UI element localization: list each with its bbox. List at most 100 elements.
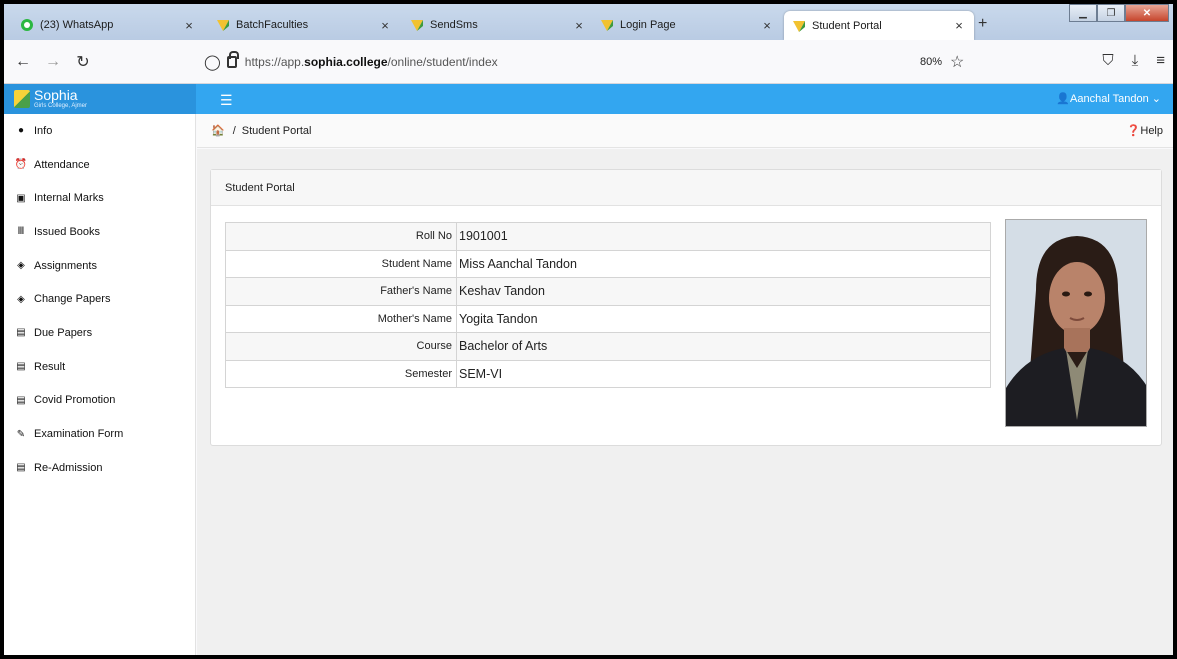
sidebar-item-label: Examination Form [34,428,124,441]
sidebar-item-result[interactable]: ▤ Result [4,350,195,384]
sidebar-item-re-admission[interactable]: ▤ Re-Admission [4,451,195,485]
tab-batchfaculties[interactable]: BatchFaculties × [208,10,400,40]
table-row: Roll No 1901001 [225,222,991,251]
chevron-down-icon: ⌄ [1151,93,1161,105]
sidebar-item-due-papers[interactable]: ▤ Due Papers [4,316,195,350]
sidebar-item-examination-form[interactable]: ✎ Examination Form [4,417,195,451]
college-logo-icon [14,90,30,108]
back-arrow-icon[interactable]: ← [12,53,34,71]
close-window-button[interactable]: ✕ [1125,4,1169,22]
close-tab-icon[interactable]: × [572,18,586,33]
address-bar[interactable]: ◯ https://app.sophia.college/online/stud… [200,47,970,77]
help-icon: ❓ [1126,125,1141,137]
pocket-icon[interactable]: ⛉ [1102,52,1113,69]
browser-window: (23) WhatsApp × BatchFaculties × SendSms… [4,4,1173,655]
tab-title: (23) WhatsApp [40,19,114,31]
table-row: Student Name Miss Aanchal Tandon [225,249,991,278]
url-path: /online/student/index [387,55,498,69]
row-value: SEM-VI [456,359,991,388]
alarm-clock-icon: ⏰ [14,159,28,171]
navigation-bar: ← → ↻ ◯ https://app.sophia.college/onlin… [4,40,1173,84]
row-label: Course [225,332,457,361]
sidebar-item-assignments[interactable]: ◈ Assignments [4,249,195,283]
marks-icon: ▣ [16,192,26,204]
college-logo-icon [411,20,423,31]
clipboard-icon: ▤ [16,394,26,406]
url-text[interactable]: https://app.sophia.college/online/studen… [245,55,498,69]
tab-title: SendSms [430,19,478,31]
sidebar-item-info[interactable]: ● Info [4,114,195,148]
row-value: Miss Aanchal Tandon [456,249,991,278]
whatsapp-icon [21,19,33,31]
table-row: Course Bachelor of Arts [225,332,991,361]
college-logo-icon [217,20,229,31]
user-name: Aanchal Tandon [1070,93,1149,105]
forward-arrow-icon[interactable]: → [42,53,64,71]
row-value: Yogita Tandon [456,304,991,333]
pencil-icon: ✎ [16,428,26,440]
main-content: Student Portal Roll No 1901001 Student Na… [197,149,1173,655]
tab-student-portal[interactable]: Student Portal × [784,11,974,40]
zoom-level[interactable]: 80% [920,56,942,68]
row-label: Father's Name [225,277,457,306]
tab-whatsapp[interactable]: (23) WhatsApp × [12,10,204,40]
sidebar-item-change-papers[interactable]: ◈ Change Papers [4,282,195,316]
sidebar: ● Info ⏰ Attendance ▣ Internal Marks Ⅲ Issue… [4,114,196,655]
table-row: Mother's Name Yogita Tandon [225,304,991,333]
college-logo-icon [601,20,613,31]
sidebar-item-attendance[interactable]: ⏰ Attendance [4,148,195,182]
row-value: Bachelor of Arts [456,332,991,361]
app-header: Sophia Girls College, Ajmer ☰ 👤Aanchal T… [4,84,1173,114]
window-controls: ▁ ❐ ✕ [1069,4,1169,22]
download-icon[interactable]: ⤓ [1132,52,1139,69]
hamburger-menu-icon[interactable]: ≡ [1156,52,1165,69]
student-portal-panel: Student Portal Roll No 1901001 Student Na… [210,169,1162,446]
layers-icon: ◈ [17,260,25,272]
url-domain: sophia.college [304,55,388,69]
clipboard-icon: ▤ [16,462,26,474]
tab-sendsms[interactable]: SendSms × [402,10,594,40]
brand-logo[interactable]: Sophia Girls College, Ajmer [4,84,196,114]
bookmark-star-icon[interactable]: ☆ [950,52,964,72]
sidebar-item-label: Issued Books [34,225,101,238]
breadcrumb: 🏠 / Student Portal ❓Help [197,114,1173,148]
info-circle-icon: ● [17,125,25,137]
sidebar-item-internal-marks[interactable]: ▣ Internal Marks [4,181,195,215]
row-label: Roll No [225,222,457,251]
url-prefix: https://app. [244,55,305,69]
sidebar-toggle-icon[interactable]: ☰ [220,92,233,109]
user-icon: 👤 [1056,93,1071,105]
tab-strip: (23) WhatsApp × BatchFaculties × SendSms… [4,4,1173,40]
new-tab-button[interactable]: + [978,15,987,33]
breadcrumb-separator: / [232,124,236,137]
sidebar-item-label: Due Papers [34,326,93,339]
reload-icon[interactable]: ↻ [72,52,94,72]
breadcrumb-current: Student Portal [241,124,312,137]
sidebar-item-covid-promotion[interactable]: ▤ Covid Promotion [4,384,195,418]
sidebar-item-label: Info [34,124,53,137]
clipboard-icon: ▤ [16,361,26,373]
tab-title: Student Portal [812,19,882,32]
close-tab-icon[interactable]: × [952,18,966,33]
close-tab-icon[interactable]: × [760,18,774,33]
help-label: Help [1140,125,1163,137]
sidebar-item-label: Internal Marks [34,192,104,205]
row-label: Student Name [225,249,457,278]
row-value: Keshav Tandon [456,277,991,306]
table-row: Father's Name Keshav Tandon [225,277,991,306]
shield-icon[interactable]: ◯ [204,53,221,71]
lock-icon[interactable] [226,51,239,68]
student-info-table: Roll No 1901001 Student Name Miss Aanchal … [225,222,991,388]
minimize-button[interactable]: ▁ [1069,4,1097,22]
home-icon[interactable]: 🏠 [211,124,225,137]
tab-login-page[interactable]: Login Page × [592,10,782,40]
books-icon: Ⅲ [17,226,25,238]
help-link[interactable]: ❓Help [1127,124,1163,137]
maximize-button[interactable]: ❐ [1097,4,1125,22]
tab-title: BatchFaculties [236,19,309,31]
sidebar-item-issued-books[interactable]: Ⅲ Issued Books [4,215,195,249]
sidebar-item-label: Change Papers [34,293,111,306]
close-tab-icon[interactable]: × [378,18,392,33]
user-menu[interactable]: 👤Aanchal Tandon ⌄ [1056,92,1161,105]
close-tab-icon[interactable]: × [182,18,196,33]
